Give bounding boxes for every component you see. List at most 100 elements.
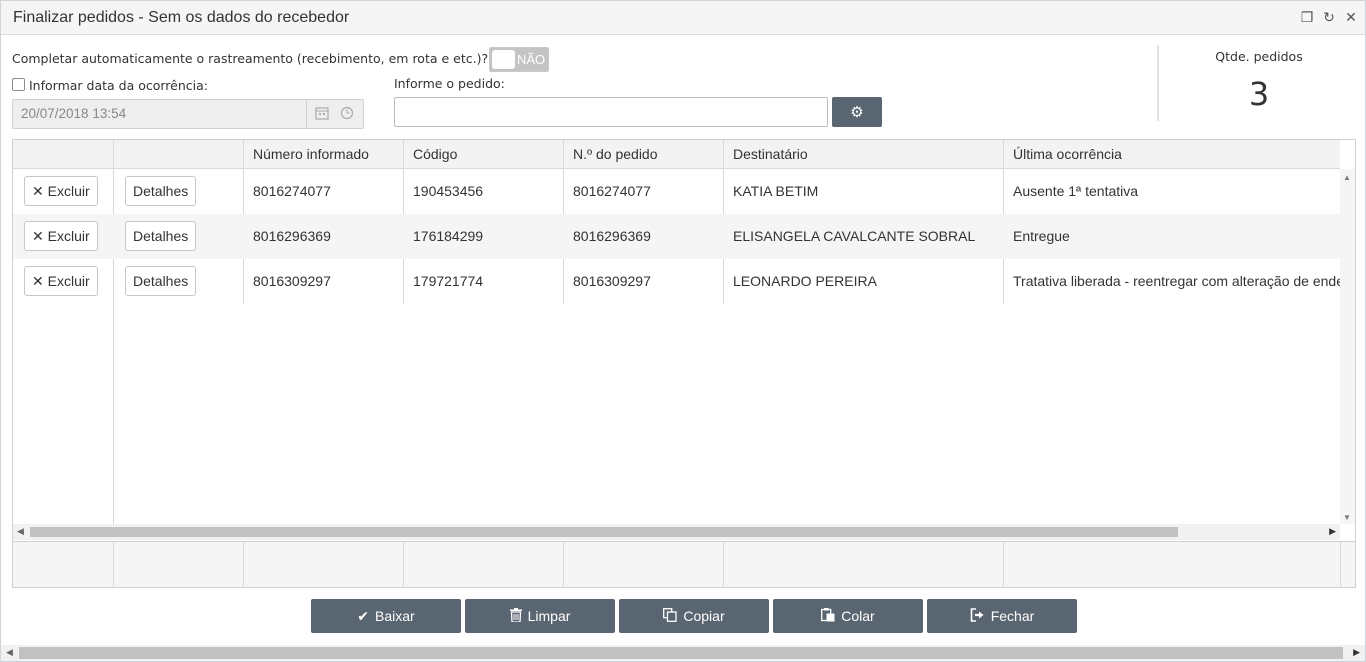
cell-codigo: 176184299 <box>413 228 484 244</box>
toggle-state-label: NÃO <box>517 52 546 67</box>
cell-pedido: 8016309297 <box>573 273 651 289</box>
trash-icon <box>509 607 522 625</box>
delete-label: Excluir <box>47 273 90 289</box>
scroll-left-icon[interactable]: ◀ <box>17 526 24 537</box>
col-header-actions-1 <box>13 140 114 169</box>
baixar-button[interactable]: ✔ Baixar <box>311 599 461 633</box>
copy-icon <box>663 607 678 625</box>
check-icon: ✔ <box>357 607 370 624</box>
cell-codigo: 179721774 <box>413 273 484 289</box>
limpar-button[interactable]: Limpar <box>465 599 615 633</box>
calendar-icon <box>314 106 330 122</box>
inform-date-label: Informar data da ocorrência: <box>29 78 209 93</box>
toggle-knob <box>492 50 515 69</box>
col-header-numero[interactable]: Número informado <box>244 140 404 169</box>
grid-footer <box>13 541 1355 587</box>
footer-divider <box>1003 542 1004 587</box>
col-header-ocorrencia[interactable]: Última ocorrência <box>1004 140 1340 169</box>
col-header-pedido[interactable]: N.º do pedido <box>564 140 724 169</box>
cell-destinatario: KATIA BETIM <box>733 183 819 199</box>
grid-scroll-thumb[interactable] <box>30 527 1178 537</box>
baixar-label: Baixar <box>375 608 415 624</box>
details-button[interactable]: Detalhes <box>125 266 197 296</box>
order-input[interactable] <box>394 97 828 127</box>
table-row[interactable]: ✕ Excluir Detalhes 8016296369 176184299 … <box>13 214 1340 259</box>
scroll-up-icon[interactable]: ▲ <box>1343 173 1351 182</box>
col-header-destinatario[interactable]: Destinatário <box>724 140 1004 169</box>
delete-label: Excluir <box>47 183 90 199</box>
gear-icon: ⚙ <box>850 104 864 121</box>
delete-button[interactable]: ✕ Excluir <box>24 221 98 251</box>
col-header-actions-2 <box>114 140 244 169</box>
auto-complete-toggle[interactable]: NÃO <box>489 47 549 72</box>
table-row[interactable]: ✕ Excluir Detalhes 8016274077 190453456 … <box>13 169 1340 214</box>
scroll-right-icon[interactable]: ▶ <box>1329 526 1336 537</box>
order-settings-button[interactable]: ⚙ <box>832 97 882 127</box>
table-row[interactable]: ✕ Excluir Detalhes 8016309297 179721774 … <box>13 259 1340 304</box>
window-titlebar: Finalizar pedidos - Sem os dados do rece… <box>1 1 1365 35</box>
window-controls: ❐ ↻ ✕ <box>1299 8 1359 26</box>
cell-ocorrencia: Ausente 1ª tentativa <box>1013 183 1139 199</box>
cell-codigo: 190453456 <box>413 183 484 199</box>
fechar-button[interactable]: Fechar <box>927 599 1077 633</box>
cell-destinatario: ELISANGELA CAVALCANTE SOBRAL <box>733 228 976 244</box>
limpar-label: Limpar <box>527 608 571 624</box>
sign-out-icon <box>970 607 985 625</box>
grid-empty-area <box>13 304 1340 524</box>
close-icon: ✕ <box>32 228 44 244</box>
window-horizontal-scrollbar[interactable]: ◀ ▶ <box>1 645 1365 661</box>
delete-button[interactable]: ✕ Excluir <box>24 176 98 206</box>
grid-horizontal-scrollbar[interactable]: ◀ ▶ <box>13 524 1340 540</box>
delete-label: Excluir <box>47 228 90 244</box>
order-count-value: 3 <box>1248 75 1270 113</box>
finalize-orders-window: Finalizar pedidos - Sem os dados do rece… <box>0 0 1366 662</box>
cell-ocorrencia: Entregue <box>1013 228 1070 244</box>
grid-vertical-scrollbar[interactable]: ▲ ▼ <box>1340 169 1355 524</box>
paste-icon <box>821 607 835 625</box>
grid-body: ✕ Excluir Detalhes 8016274077 190453456 … <box>13 169 1340 524</box>
scroll-left-icon[interactable]: ◀ <box>6 647 13 658</box>
close-icon[interactable]: ✕ <box>1343 8 1359 26</box>
copiar-button[interactable]: Copiar <box>619 599 769 633</box>
cell-pedido: 8016274077 <box>573 183 651 199</box>
scroll-right-icon[interactable]: ▶ <box>1353 647 1360 658</box>
cell-numero: 8016274077 <box>253 183 331 199</box>
details-button[interactable]: Detalhes <box>125 176 197 206</box>
date-field-divider <box>306 100 307 128</box>
order-count-panel: Qtde. pedidos 3 <box>1157 45 1357 121</box>
footer-divider <box>723 542 724 587</box>
footer-divider <box>563 542 564 587</box>
colar-label: Colar <box>841 608 875 624</box>
footer-divider <box>1340 542 1341 587</box>
cell-numero: 8016296369 <box>253 228 331 244</box>
footer-divider <box>113 542 114 587</box>
grid-header: Número informado Código N.º do pedido De… <box>13 140 1340 169</box>
window-title: Finalizar pedidos - Sem os dados do rece… <box>13 9 350 26</box>
clock-icon <box>339 106 355 122</box>
cell-destinatario: LEONARDO PEREIRA <box>733 273 877 289</box>
auto-complete-label: Completar automaticamente o rastreamento… <box>12 51 489 66</box>
copiar-label: Copiar <box>683 608 725 624</box>
orders-grid: Número informado Código N.º do pedido De… <box>12 139 1356 588</box>
inform-date-checkbox[interactable] <box>12 78 25 91</box>
occurrence-date-field: 20/07/2018 13:54 <box>12 99 364 129</box>
column-divider <box>113 304 114 524</box>
colar-button[interactable]: Colar <box>773 599 923 633</box>
footer-divider <box>403 542 404 587</box>
restore-icon[interactable]: ❐ <box>1299 8 1315 26</box>
cell-ocorrencia: Tratativa liberada - reentregar com alte… <box>1013 273 1340 289</box>
details-button[interactable]: Detalhes <box>125 221 197 251</box>
window-scroll-thumb[interactable] <box>19 647 1343 659</box>
close-icon: ✕ <box>32 183 44 199</box>
delete-button[interactable]: ✕ Excluir <box>24 266 98 296</box>
scroll-down-icon[interactable]: ▼ <box>1343 513 1351 522</box>
occurrence-date-value: 20/07/2018 13:54 <box>21 106 127 121</box>
order-label: Informe o pedido: <box>394 76 505 91</box>
cell-numero: 8016309297 <box>253 273 331 289</box>
col-header-codigo[interactable]: Código <box>404 140 564 169</box>
order-count-label: Qtde. pedidos <box>1215 49 1303 64</box>
refresh-icon[interactable]: ↻ <box>1321 8 1337 26</box>
cell-pedido: 8016296369 <box>573 228 651 244</box>
close-icon: ✕ <box>32 273 44 289</box>
fechar-label: Fechar <box>990 608 1035 624</box>
